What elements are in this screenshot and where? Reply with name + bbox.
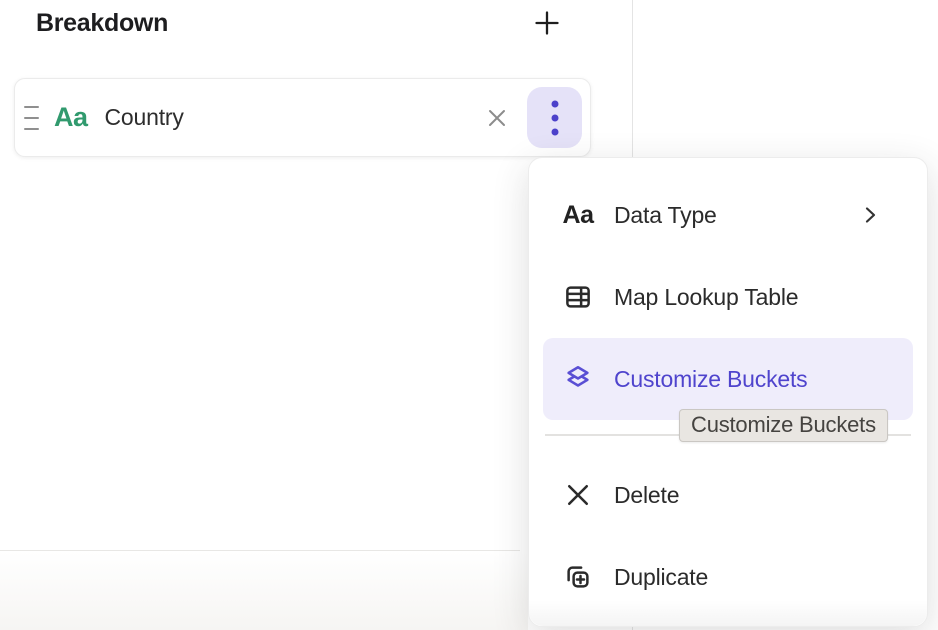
panel-title: Breakdown xyxy=(36,9,168,38)
drag-handle-icon[interactable] xyxy=(22,102,41,134)
menu-item-customize-buckets[interactable]: Customize Buckets xyxy=(543,338,913,420)
x-icon xyxy=(484,105,510,131)
table-icon xyxy=(561,282,595,312)
breakdown-field-label: Country xyxy=(105,104,184,131)
menu-item-label: Data Type xyxy=(614,202,717,229)
add-breakdown-button[interactable] xyxy=(530,6,564,40)
buckets-layers-icon xyxy=(561,364,595,394)
menu-item-map-lookup-table[interactable]: Map Lookup Table xyxy=(543,256,913,338)
menu-item-label: Duplicate xyxy=(614,564,708,591)
context-menu: Aa Data Type Map Lookup Table Customize … xyxy=(528,157,928,627)
x-icon xyxy=(561,481,595,509)
menu-item-delete[interactable]: Delete xyxy=(543,454,913,536)
menu-item-label: Customize Buckets xyxy=(614,366,807,393)
breakdown-card[interactable]: Aa Country xyxy=(14,78,591,157)
tooltip: Customize Buckets xyxy=(679,409,888,442)
data-type-badge: Aa xyxy=(54,102,88,133)
menu-item-label: Map Lookup Table xyxy=(614,284,798,311)
panel-footer-fade xyxy=(0,551,528,630)
chevron-right-icon xyxy=(859,204,881,226)
plus-icon xyxy=(532,8,562,38)
more-options-button[interactable] xyxy=(527,87,582,148)
breakdown-panel: { "header": { "title": "Breakdown", "add… xyxy=(0,0,938,630)
menu-item-data-type[interactable]: Aa Data Type xyxy=(543,174,913,256)
menu-item-label: Delete xyxy=(614,482,679,509)
remove-breakdown-button[interactable] xyxy=(481,102,513,134)
text-type-icon: Aa xyxy=(561,201,595,230)
duplicate-icon xyxy=(561,562,595,592)
menu-item-duplicate[interactable]: Duplicate xyxy=(543,536,913,618)
kebab-dots-icon xyxy=(550,98,560,138)
panel-footer-divider xyxy=(0,550,520,551)
